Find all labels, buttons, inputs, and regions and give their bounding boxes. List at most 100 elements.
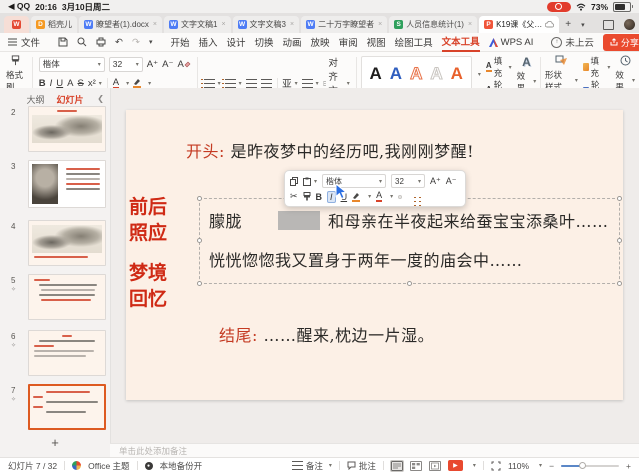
backup-status[interactable]: 本地备份开 xyxy=(160,460,203,472)
floating-decrease-font-button[interactable]: A⁻ xyxy=(446,176,457,187)
floating-increase-font-button[interactable]: A⁺ xyxy=(430,176,441,187)
font-name-select[interactable]: 楷体▾ xyxy=(39,57,105,72)
zoom-chevron-icon[interactable]: ▾ xyxy=(539,462,542,469)
print-icon[interactable] xyxy=(96,37,106,47)
close-icon[interactable]: × xyxy=(290,21,294,28)
highlight-color-button[interactable] xyxy=(133,78,141,88)
bullet-list-button[interactable]: ▾ xyxy=(204,79,221,88)
quickbar-chevron-icon[interactable]: ▾ xyxy=(149,38,153,46)
hamburger-icon[interactable] xyxy=(8,38,17,46)
reading-view-button[interactable] xyxy=(429,461,441,471)
menu-file[interactable]: 文件 xyxy=(21,33,40,51)
close-icon[interactable]: × xyxy=(378,21,382,28)
outline-tab[interactable]: 大纲 xyxy=(26,93,44,106)
cut-icon[interactable]: ✂ xyxy=(290,191,298,202)
recording-indicator-icon[interactable] xyxy=(547,2,571,12)
floating-font-size-select[interactable]: 32▾ xyxy=(391,174,425,188)
theme-name[interactable]: Office 主题 xyxy=(88,460,129,472)
resize-handle[interactable] xyxy=(407,281,412,286)
line-spacing-button[interactable]: ▾ xyxy=(302,79,319,88)
resize-handle[interactable] xyxy=(197,281,202,286)
redo-icon[interactable]: ↷ xyxy=(132,37,140,48)
tab-sheet[interactable]: S 人员信息统计(1)× xyxy=(389,16,477,33)
floating-bold-button[interactable]: B xyxy=(316,192,323,202)
menu-home[interactable]: 开始 xyxy=(170,33,189,51)
menu-review[interactable]: 审阅 xyxy=(339,33,358,51)
decrease-indent-icon[interactable] xyxy=(246,79,257,88)
menu-transition[interactable]: 切换 xyxy=(255,33,274,51)
zoom-slider[interactable] xyxy=(561,465,619,467)
menu-animation[interactable]: 动画 xyxy=(283,33,302,51)
resize-handle[interactable] xyxy=(197,238,202,243)
zoom-level[interactable]: 110% xyxy=(508,461,529,471)
tab-docer[interactable]: D 稻壳儿 xyxy=(31,16,77,33)
slide-7[interactable]: 开头: 是昨夜梦中的经历吧,我刚刚梦醒! 前后 照应 xyxy=(126,110,623,400)
menu-insert[interactable]: 插入 xyxy=(198,33,217,51)
close-icon[interactable]: × xyxy=(153,21,157,28)
menu-design[interactable]: 设计 xyxy=(227,33,246,51)
style-preset-5[interactable]: A xyxy=(451,64,463,84)
zoom-in-button[interactable]: + xyxy=(626,461,631,471)
ending-line[interactable]: 结尾: ……醒来,枕边一片湿。 xyxy=(219,322,434,346)
selected-text-box[interactable]: 朦胧 和母亲在半夜起来给蚕宝宝添桑叶…… 恍恍惚惚我又置身于两年一度的庙会中…… xyxy=(199,198,620,284)
avatar[interactable] xyxy=(624,19,635,30)
comment-button[interactable]: 批注 xyxy=(347,460,376,472)
new-tab-button[interactable]: + xyxy=(561,16,575,33)
shape-fill-button[interactable]: 填充▾ xyxy=(583,55,610,79)
fit-slide-icon[interactable] xyxy=(491,461,501,471)
menu-draw-tools[interactable]: 绘图工具 xyxy=(395,33,433,51)
slide-thumbnail-4[interactable] xyxy=(28,220,106,266)
font-size-select[interactable]: 32▾ xyxy=(109,57,143,72)
play-slideshow-button[interactable]: ▶ xyxy=(448,460,463,471)
numbered-list-button[interactable]: ▾ xyxy=(225,79,242,88)
floating-font-color-button[interactable]: A xyxy=(376,191,382,202)
normal-view-button[interactable] xyxy=(391,461,403,471)
share-button[interactable]: 分享 xyxy=(603,34,639,51)
slide-thumbnail-2[interactable] xyxy=(28,106,106,152)
floating-highlight-button[interactable] xyxy=(352,192,360,202)
tab-doc-2[interactable]: W 文字文稿1× xyxy=(164,16,231,33)
collapse-panel-icon[interactable]: ❮ xyxy=(97,94,104,103)
menu-view[interactable]: 视图 xyxy=(367,33,386,51)
slide-thumbnail-6[interactable] xyxy=(28,330,106,376)
tab-doc-3[interactable]: W 文字文稿3× xyxy=(233,16,300,33)
text-fill-button[interactable]: A 填充▾ xyxy=(486,55,512,79)
menu-text-tools-active[interactable]: 文本工具 xyxy=(442,32,480,52)
tag-qianhou-zhaoying[interactable]: 前后 照应 xyxy=(129,194,167,246)
format-painter-small-icon[interactable] xyxy=(303,192,311,201)
floating-font-name-select[interactable]: 楷体▾ xyxy=(322,174,386,188)
close-icon[interactable]: × xyxy=(221,21,225,28)
opening-line[interactable]: 开头: 是昨夜梦中的经历吧,我刚刚梦醒! xyxy=(186,138,474,162)
style-preset-2[interactable]: A xyxy=(390,64,402,84)
style-presets-chevron-icon[interactable]: ▾ xyxy=(478,71,481,78)
tab-presentation-active[interactable]: P K19课《父… xyxy=(479,16,559,33)
tab-wps-home[interactable]: W xyxy=(4,16,29,33)
resize-handle[interactable] xyxy=(617,281,622,286)
close-icon[interactable]: × xyxy=(468,21,472,28)
play-options-chevron-icon[interactable]: ▾ xyxy=(473,462,476,469)
notes-toggle-button[interactable]: 备注▾ xyxy=(292,460,332,472)
resize-handle[interactable] xyxy=(197,196,202,201)
zoom-slider-handle[interactable] xyxy=(579,462,586,469)
menu-wps-ai[interactable]: WPS AI xyxy=(501,35,534,50)
editing-canvas[interactable]: 开头: 是昨夜梦中的经历吧,我刚刚梦醒! 前后 照应 xyxy=(111,88,639,457)
slides-tab[interactable]: 幻灯片 xyxy=(57,93,84,106)
tag-mengjing-huiyi[interactable]: 梦境 回忆 xyxy=(129,260,167,312)
notes-bar[interactable]: 单击此处添加备注 xyxy=(110,443,639,457)
zoom-out-button[interactable]: − xyxy=(549,461,554,471)
window-restore-icon[interactable] xyxy=(603,20,614,30)
style-preset-3[interactable]: A xyxy=(410,64,422,84)
slide-thumbnail-3[interactable] xyxy=(28,160,106,208)
style-preset-4[interactable]: A xyxy=(430,64,442,84)
add-slide-button[interactable]: + xyxy=(0,435,110,450)
cloud-upload-status[interactable]: ↑ 未上云 xyxy=(551,35,594,49)
save-icon[interactable] xyxy=(58,37,68,47)
back-to-app-indicator[interactable]: ◀ QQ xyxy=(8,1,30,12)
resize-handle[interactable] xyxy=(617,238,622,243)
clear-format-button[interactable]: A xyxy=(177,59,190,70)
increase-indent-icon[interactable] xyxy=(261,79,272,88)
tab-doc-1[interactable]: W 瞭望者(1).docx× xyxy=(79,16,162,33)
slide-thumbnail-7-selected[interactable] xyxy=(28,384,106,430)
copy-icon[interactable] xyxy=(290,177,298,186)
slide-thumbnail-5[interactable] xyxy=(28,274,106,320)
